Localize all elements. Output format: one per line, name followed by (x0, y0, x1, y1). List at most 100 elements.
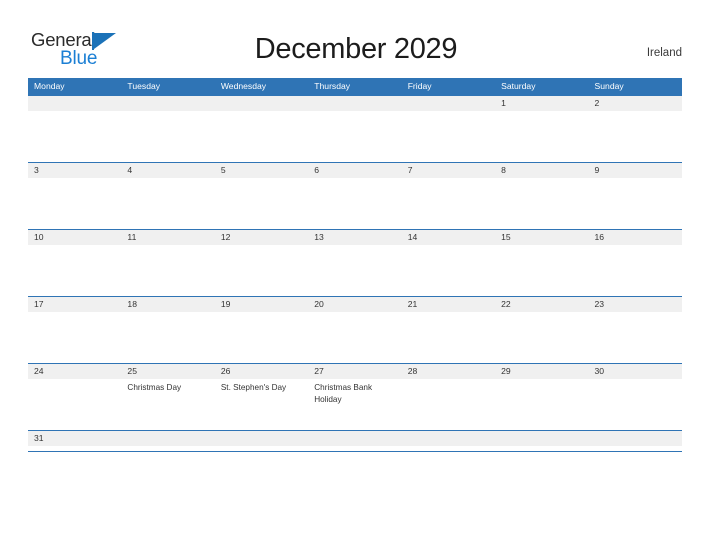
day-number[interactable]: 21 (402, 297, 495, 312)
country-label: Ireland (646, 47, 682, 59)
day-event (308, 111, 401, 161)
week-date-band: 17 18 19 20 21 22 23 (28, 297, 682, 312)
day-event (589, 178, 682, 228)
week-date-band: 3 4 5 6 7 8 9 (28, 163, 682, 178)
day-event (402, 111, 495, 161)
day-event (28, 379, 121, 429)
weekday-header-row: Monday Tuesday Wednesday Thursday Friday… (28, 78, 682, 95)
day-number[interactable]: 4 (121, 163, 214, 178)
week-row: 10 11 12 13 14 15 16 (28, 229, 682, 296)
day-event (215, 178, 308, 228)
day-number[interactable]: 8 (495, 163, 588, 178)
day-number[interactable]: 25 (121, 364, 214, 379)
calendar-page: General Blue December 2029 Ireland Monda… (0, 0, 712, 550)
week-event-band (28, 245, 682, 295)
day-number[interactable]: 5 (215, 163, 308, 178)
day-event (28, 312, 121, 362)
day-event (589, 379, 682, 429)
day-number[interactable]: 24 (28, 364, 121, 379)
day-event (121, 178, 214, 228)
day-event (402, 379, 495, 429)
week-date-band: 31 (28, 431, 682, 446)
day-event (402, 312, 495, 362)
week-date-band: 24 25 26 27 28 29 30 (28, 364, 682, 379)
day-number[interactable]: 22 (495, 297, 588, 312)
day-number[interactable]: 15 (495, 230, 588, 245)
day-event (121, 312, 214, 362)
week-date-band: 1 2 (28, 96, 682, 111)
day-event (589, 245, 682, 295)
day-event (402, 178, 495, 228)
day-number[interactable]: 19 (215, 297, 308, 312)
day-number[interactable] (121, 96, 214, 111)
day-number[interactable]: 2 (589, 96, 682, 111)
day-number[interactable] (121, 431, 214, 446)
holiday-event-christmas-day: Christmas Day (127, 383, 182, 392)
day-event (215, 312, 308, 362)
weekday-header-wednesday: Wednesday (220, 81, 267, 91)
weekday-header-friday: Friday (407, 81, 432, 91)
day-event (28, 111, 121, 161)
day-number[interactable]: 29 (495, 364, 588, 379)
day-number[interactable]: 30 (589, 364, 682, 379)
week-event-band (28, 312, 682, 362)
day-event (589, 111, 682, 161)
day-event (402, 245, 495, 295)
day-number[interactable]: 6 (308, 163, 401, 178)
weekday-header-tuesday: Tuesday (127, 81, 161, 91)
day-event (495, 312, 588, 362)
day-number[interactable]: 10 (28, 230, 121, 245)
day-number[interactable]: 13 (308, 230, 401, 245)
day-number[interactable] (308, 431, 401, 446)
day-number[interactable]: 11 (121, 230, 214, 245)
day-event (495, 111, 588, 161)
week-row: 17 18 19 20 21 22 23 (28, 296, 682, 363)
week-event-band (28, 178, 682, 228)
day-event (28, 245, 121, 295)
day-number[interactable]: 3 (28, 163, 121, 178)
day-number[interactable]: 14 (402, 230, 495, 245)
weekday-header-thursday: Thursday (314, 81, 351, 91)
day-event (28, 178, 121, 228)
day-event (121, 245, 214, 295)
page-title: December 2029 (254, 33, 458, 65)
day-number[interactable]: 9 (589, 163, 682, 178)
week-row: 24 25 26 27 28 29 30 Christmas Day St. S… (28, 363, 682, 430)
day-number[interactable]: 17 (28, 297, 121, 312)
day-number[interactable] (495, 431, 588, 446)
holiday-event-christmas-bank-holiday: Christmas Bank Holiday (314, 383, 373, 404)
day-event (308, 178, 401, 228)
weekday-header-monday: Monday (34, 81, 65, 91)
day-event (121, 111, 214, 161)
day-number[interactable]: 16 (589, 230, 682, 245)
day-number[interactable] (402, 96, 495, 111)
week-row: 31 (28, 430, 682, 451)
day-event (308, 245, 401, 295)
day-number[interactable] (215, 431, 308, 446)
day-number[interactable]: 1 (495, 96, 588, 111)
day-number[interactable] (402, 431, 495, 446)
day-number[interactable]: 23 (589, 297, 682, 312)
day-number[interactable]: 12 (215, 230, 308, 245)
day-number[interactable] (28, 96, 121, 111)
day-number[interactable] (215, 96, 308, 111)
day-number[interactable]: 26 (215, 364, 308, 379)
day-number[interactable]: 27 (308, 364, 401, 379)
day-number[interactable]: 7 (402, 163, 495, 178)
day-number[interactable]: 18 (121, 297, 214, 312)
week-date-band: 10 11 12 13 14 15 16 (28, 230, 682, 245)
day-number[interactable] (308, 96, 401, 111)
day-event (308, 312, 401, 362)
day-number[interactable]: 31 (28, 431, 121, 446)
page-header: General Blue December 2029 Ireland (0, 0, 712, 78)
calendar-grid: Monday Tuesday Wednesday Thursday Friday… (28, 78, 682, 452)
week-row: 1 2 (28, 95, 682, 162)
day-number[interactable]: 20 (308, 297, 401, 312)
day-event (495, 379, 588, 429)
weekday-header-sunday: Sunday (594, 81, 624, 91)
day-number[interactable]: 28 (402, 364, 495, 379)
weekday-header-saturday: Saturday (501, 81, 536, 91)
day-event (495, 245, 588, 295)
day-number[interactable] (589, 431, 682, 446)
holiday-event-st-stephens-day: St. Stephen's Day (220, 383, 287, 392)
